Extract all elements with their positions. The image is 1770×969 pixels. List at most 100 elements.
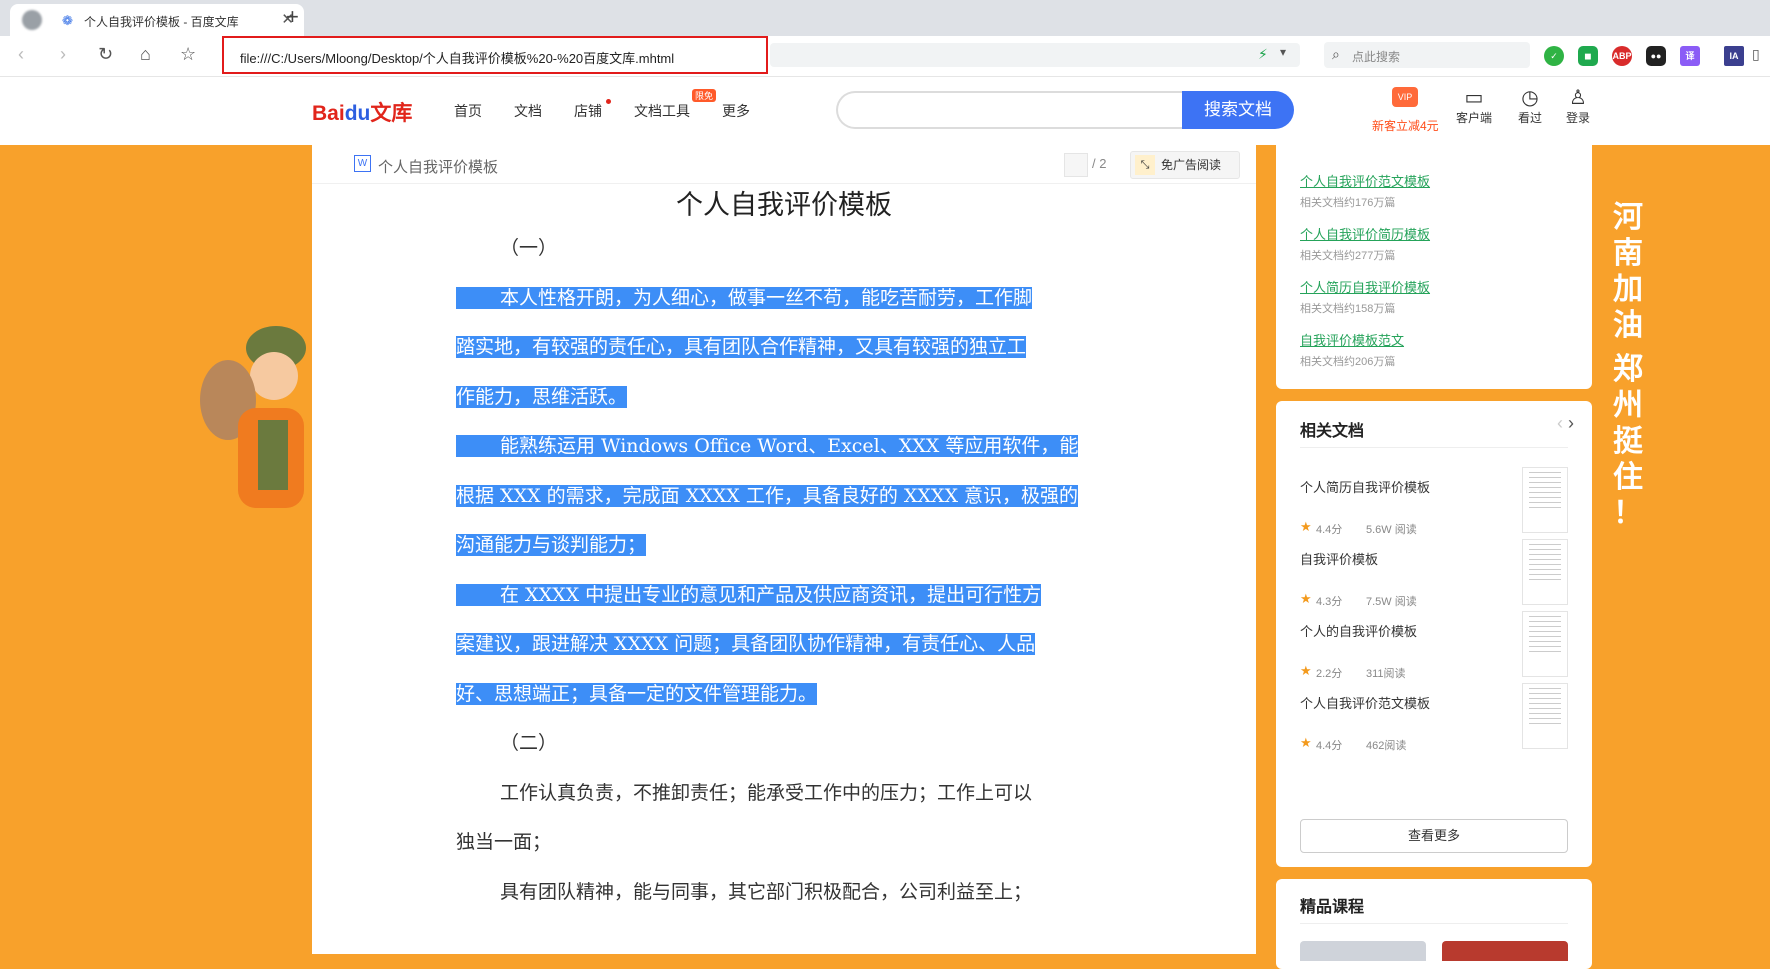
related-doc-name: 个人自我评价范文模板 — [1300, 696, 1431, 711]
chevron-down-icon[interactable]: ▾ — [1280, 45, 1286, 59]
document-line-text: 在 XXXX 中提出专业的意见和产品及供应商资讯，提出可行性方 — [456, 583, 1042, 606]
document-viewer: W 个人自我评价模板 / 2 ⤡ 免广告阅读 个人自我评价模板 （一） 本人性格开朗… — [312, 145, 1256, 954]
courses-title: 精品课程 — [1300, 899, 1365, 916]
lightning-icon[interactable]: ⚡ — [1258, 46, 1268, 63]
document-line: （一） — [456, 233, 557, 260]
document-line: 作能力，思维活跃。 — [456, 382, 628, 409]
document-line: 具有团队精神，能与同事，其它部门积极配合，公司利益至上； — [456, 877, 1032, 904]
extension-adblock-icon[interactable]: ABP — [1612, 46, 1632, 66]
site-header: Baidu文库 首页 文档 店铺 文档工具 限免 更多 搜索文档 VIP 新客立… — [0, 77, 1770, 145]
profile-avatar[interactable] — [22, 10, 42, 30]
related-docs-title: 相关文档 — [1300, 423, 1365, 440]
view-more-button[interactable]: 查看更多 — [1300, 819, 1568, 853]
document-line-text: 案建议，跟进解决 XXXX 问题；具备团队协作精神，有责任心、人品 — [456, 633, 1036, 655]
related-doc-name: 个人的自我评价模板 — [1300, 624, 1418, 639]
page-number-input[interactable] — [1064, 153, 1088, 177]
related-search-link[interactable]: 个人自我评价简历模板 — [1300, 224, 1430, 243]
chevron-left-icon[interactable]: ‹ — [1557, 413, 1563, 433]
slogan-char: 南 — [1613, 236, 1643, 271]
divider — [1300, 923, 1568, 924]
extension-check-icon[interactable]: ✓ — [1544, 46, 1564, 66]
url-text: file:///C:/Users/Mloong/Desktop/个人自我评价模板… — [240, 51, 675, 66]
page-total: / 2 — [1092, 156, 1107, 171]
related-docs-card: 相关文档 ‹ › 查看更多 个人简历自我评价模板 ★ 4.4分 5.6W 阅读 自我评价… — [1276, 401, 1592, 867]
baidu-wenku-logo[interactable]: Baidu文库 — [312, 97, 412, 127]
premium-courses-card: 精品课程 — [1276, 879, 1592, 969]
nav-shop[interactable]: 店铺 — [574, 101, 602, 121]
address-bar-extension[interactable] — [770, 43, 1300, 67]
document-line-text: 本人性格开朗，为人细心，做事一丝不苟，能吃苦耐劳，工作脚 — [456, 286, 1033, 309]
doc-search-input[interactable] — [836, 91, 1182, 129]
address-bar[interactable]: file:///C:/Users/Mloong/Desktop/个人自我评价模板… — [222, 36, 768, 74]
carousel-arrows[interactable]: ‹ › — [1557, 413, 1574, 434]
doc-thumbnail[interactable] — [1522, 683, 1568, 749]
related-search-link[interactable]: 个人简历自我评价模板 — [1300, 277, 1430, 296]
back-icon[interactable]: ‹ — [18, 44, 24, 65]
ad-free-label: 免广告阅读 — [1161, 158, 1222, 172]
related-doc-name: 个人简历自我评价模板 — [1300, 480, 1431, 495]
soldier-illustration — [200, 326, 314, 560]
document-line-text: 具有团队精神，能与同事，其它部门积极配合，公司利益至上； — [500, 880, 1033, 903]
read-count: 311阅读 — [1366, 668, 1406, 680]
nav-docs[interactable]: 文档 — [514, 101, 542, 121]
login-button[interactable]: ♙ 登录 — [1566, 87, 1590, 126]
browser-search-box[interactable]: ⌕ 点此搜索 — [1324, 42, 1530, 68]
star-icon: ★ — [1300, 663, 1312, 678]
nav-home[interactable]: 首页 — [454, 101, 482, 121]
related-doc-item[interactable]: 个人自我评价范文模板 ★ 4.4分 462阅读 — [1300, 683, 1568, 765]
nav-doc-tools[interactable]: 文档工具 — [634, 101, 690, 121]
document-line: 独当一面； — [456, 827, 551, 854]
search-placeholder: 点此搜索 — [1352, 50, 1401, 64]
document-line-text: 好、思想端正；具备一定的文件管理能力。 — [456, 682, 818, 705]
document-line-text: （一） — [500, 237, 558, 259]
document-line: 能熟练运用 Windows Office Word、Excel、XXX 等应用软… — [456, 431, 1079, 458]
new-user-promo[interactable]: 新客立减4元 — [1372, 117, 1439, 134]
logo-bai: Bai — [312, 102, 345, 125]
slogan-char: 郑 — [1613, 352, 1643, 387]
clock-icon: ◷ — [1521, 87, 1539, 109]
document-line-text: 踏实地，有较强的责任心，具有团队合作精神，又具有较强的独立工 — [456, 336, 1027, 358]
slogan-char: ！ — [1613, 496, 1643, 531]
related-search-link[interactable]: 自我评价模板范文 — [1300, 330, 1404, 349]
chevron-right-icon[interactable]: › — [1568, 413, 1574, 433]
home-icon[interactable]: ⌂ — [140, 44, 151, 65]
rating-score: 4.3分 — [1316, 596, 1343, 608]
document-line: 好、思想端正；具备一定的文件管理能力。 — [456, 679, 818, 706]
document-title: 个人自我评价模板 — [676, 190, 892, 221]
document-line: （二） — [456, 728, 557, 755]
search-docs-button[interactable]: 搜索文档 — [1182, 91, 1294, 129]
extension-ia-icon[interactable]: IA — [1724, 46, 1744, 66]
doc-thumbnail[interactable] — [1522, 539, 1568, 605]
course-thumbnail[interactable] — [1442, 941, 1568, 961]
baidu-paw-icon: ❁ — [62, 13, 73, 28]
document-line: 沟通能力与谈判能力； — [456, 530, 647, 557]
related-search-link[interactable]: 个人自我评价范文模板 — [1300, 171, 1430, 190]
expand-icon: ⤡ — [1135, 155, 1155, 175]
extension-chat-icon[interactable]: ◼ — [1578, 46, 1598, 66]
history-button[interactable]: ◷ 看过 — [1518, 87, 1542, 126]
client-button[interactable]: ▭ 客户端 — [1456, 87, 1492, 126]
word-file-icon: W — [354, 155, 371, 172]
ad-free-read-button[interactable]: ⤡ 免广告阅读 — [1130, 151, 1240, 179]
extensions-overflow-icon[interactable]: ▯ — [1752, 46, 1760, 63]
doc-thumbnail[interactable] — [1522, 467, 1568, 533]
browser-tab[interactable]: ❁ 个人自我评价模板 - 百度文库 ✕ — [10, 4, 304, 36]
course-thumbnail[interactable] — [1300, 941, 1426, 961]
vip-gift-icon[interactable]: VIP — [1392, 87, 1418, 107]
new-tab-button[interactable]: + — [286, 4, 299, 30]
extension-tampermonkey-icon[interactable]: ●● — [1646, 46, 1666, 66]
nav-more[interactable]: 更多 — [722, 101, 750, 121]
extension-translate-icon[interactable]: 译 — [1680, 46, 1700, 66]
document-line-text: 沟通能力与谈判能力； — [456, 534, 647, 556]
document-line-text: 作能力，思维活跃。 — [456, 385, 628, 408]
star-icon: ★ — [1300, 735, 1312, 750]
free-badge: 限免 — [692, 89, 717, 102]
logo-du: du — [344, 102, 371, 125]
slogan-char: 加 — [1613, 272, 1643, 307]
bookmark-star-icon[interactable]: ☆ — [180, 44, 196, 65]
doc-thumbnail[interactable] — [1522, 611, 1568, 677]
forward-icon[interactable]: › — [60, 44, 66, 65]
browser-tab-bar: ❁ 个人自我评价模板 - 百度文库 ✕ + — [0, 0, 1770, 36]
divider — [1300, 447, 1568, 448]
reload-icon[interactable]: ↻ — [98, 44, 113, 65]
